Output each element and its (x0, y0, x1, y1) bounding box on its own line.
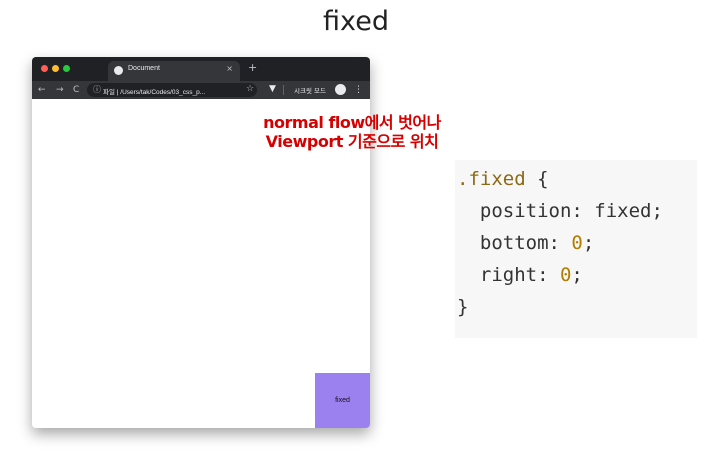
browser-titlebar: Document × + (32, 57, 370, 81)
fixed-box: fixed (315, 373, 370, 428)
right-value: 0 (559, 264, 572, 286)
incognito-label: 시크릿 모드 (294, 87, 326, 95)
tab-title: Document (128, 65, 160, 72)
open-brace: { (525, 168, 549, 190)
minimize-window-button[interactable] (52, 65, 59, 72)
address-text[interactable]: 파일 | /Users/tak/Codes/03_css_p... (103, 86, 205, 96)
incognito-icon[interactable] (335, 84, 346, 95)
semicolon: ; (571, 264, 583, 286)
css-selector: .fixed (457, 168, 526, 190)
forward-button[interactable]: → (56, 84, 64, 96)
globe-icon (114, 66, 123, 75)
code-line-1: .fixed { (457, 168, 549, 190)
browser-toolbar: ← → C ⓘ 파일 | /Users/tak/Codes/03_css_p..… (32, 81, 370, 99)
toolbar-divider (283, 85, 284, 95)
back-button[interactable]: ← (38, 84, 46, 96)
reload-button[interactable]: C (73, 84, 79, 96)
annotation-line-2: Viewport 기준으로 위치 (265, 132, 439, 151)
new-tab-button[interactable]: + (248, 61, 257, 74)
annotation-line-1: normal flow에서 벗어나 (263, 113, 441, 132)
code-line-4: right: 0; (457, 264, 583, 286)
slide-title: fixed (323, 6, 389, 37)
extension-icon[interactable]: ▼ (269, 83, 276, 95)
address-bar[interactable]: ⓘ 파일 | /Users/tak/Codes/03_css_p... (87, 83, 257, 97)
tab-document[interactable]: Document × (108, 61, 240, 81)
code-block: .fixed { position: fixed; bottom: 0; rig… (455, 160, 697, 338)
right-prop: right: (457, 264, 560, 286)
code-line-2: position: fixed; (457, 200, 663, 222)
maximize-window-button[interactable] (63, 65, 70, 72)
menu-icon[interactable]: ⋮ (354, 84, 363, 96)
bookmark-star-icon[interactable]: ☆ (246, 83, 254, 95)
annotation: normal flow에서 벗어나 Viewport 기준으로 위치 (247, 113, 457, 151)
semicolon: ; (582, 232, 595, 254)
close-window-button[interactable] (41, 65, 48, 72)
info-icon[interactable]: ⓘ (93, 84, 101, 95)
bottom-value: 0 (571, 232, 583, 254)
fixed-box-label: fixed (335, 397, 350, 404)
bottom-prop: bottom: (457, 232, 572, 254)
code-line-5: } (457, 296, 469, 318)
code-line-3: bottom: 0; (457, 232, 594, 254)
tab-close-icon[interactable]: × (226, 64, 233, 73)
